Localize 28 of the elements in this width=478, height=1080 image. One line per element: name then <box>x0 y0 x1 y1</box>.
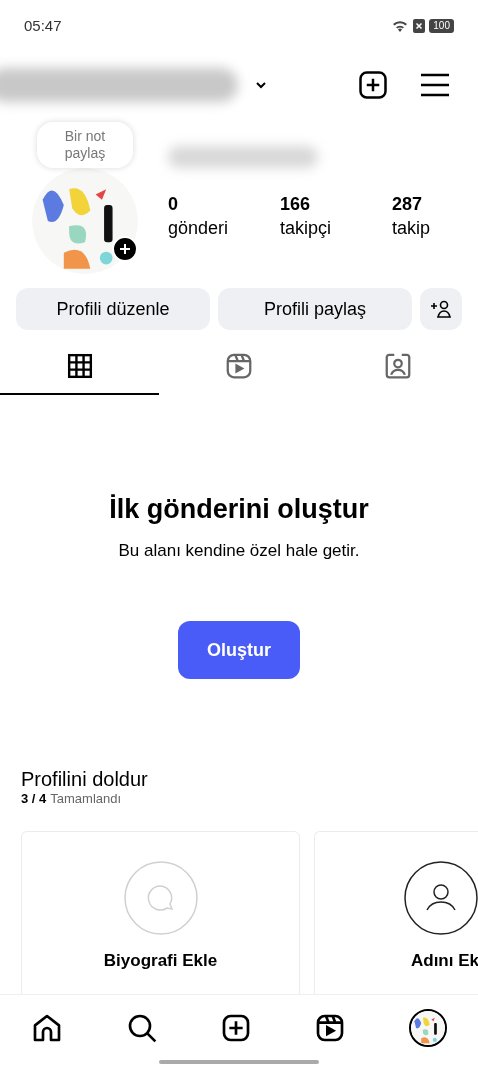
section-title: Profilini doldur <box>21 767 149 791</box>
note-bubble[interactable]: Bir not paylaş <box>37 122 133 168</box>
create-icon[interactable] <box>358 70 388 100</box>
stat-label: gönderi <box>168 217 230 240</box>
create-button[interactable]: Oluştur <box>178 621 300 679</box>
stat-label: takip <box>392 217 432 240</box>
stat-value: 287 <box>392 193 424 216</box>
progress-count: 3 / 4 <box>21 791 47 807</box>
chevron-down-icon[interactable] <box>254 80 268 90</box>
empty-title: İlk gönderini oluştur <box>109 493 369 526</box>
profile-button[interactable]: Profili paylaş <box>218 288 412 330</box>
stat-value: 0 <box>168 193 179 216</box>
battery-level: 100 <box>429 19 454 33</box>
empty-subtitle: Bu alanı kendine özel hale getir. <box>118 539 360 562</box>
card-title: Biyografi Ekle <box>103 950 218 972</box>
no-sim-icon <box>413 19 426 33</box>
menu-icon[interactable] <box>420 72 450 98</box>
stat-label: takipçi <box>280 217 333 240</box>
wifi-icon <box>391 19 410 33</box>
stat-value: 166 <box>280 193 312 216</box>
add-story-icon[interactable] <box>112 236 138 262</box>
add-person-icon <box>430 300 452 318</box>
profile-button[interactable]: Profili düzenle <box>16 288 210 330</box>
progress-label: Tamamlandı <box>50 791 122 807</box>
add-person-button[interactable] <box>420 288 462 330</box>
grid-icon <box>66 352 93 379</box>
status-time: 05:47 <box>24 15 62 36</box>
profile-avatar[interactable] <box>408 1008 447 1047</box>
